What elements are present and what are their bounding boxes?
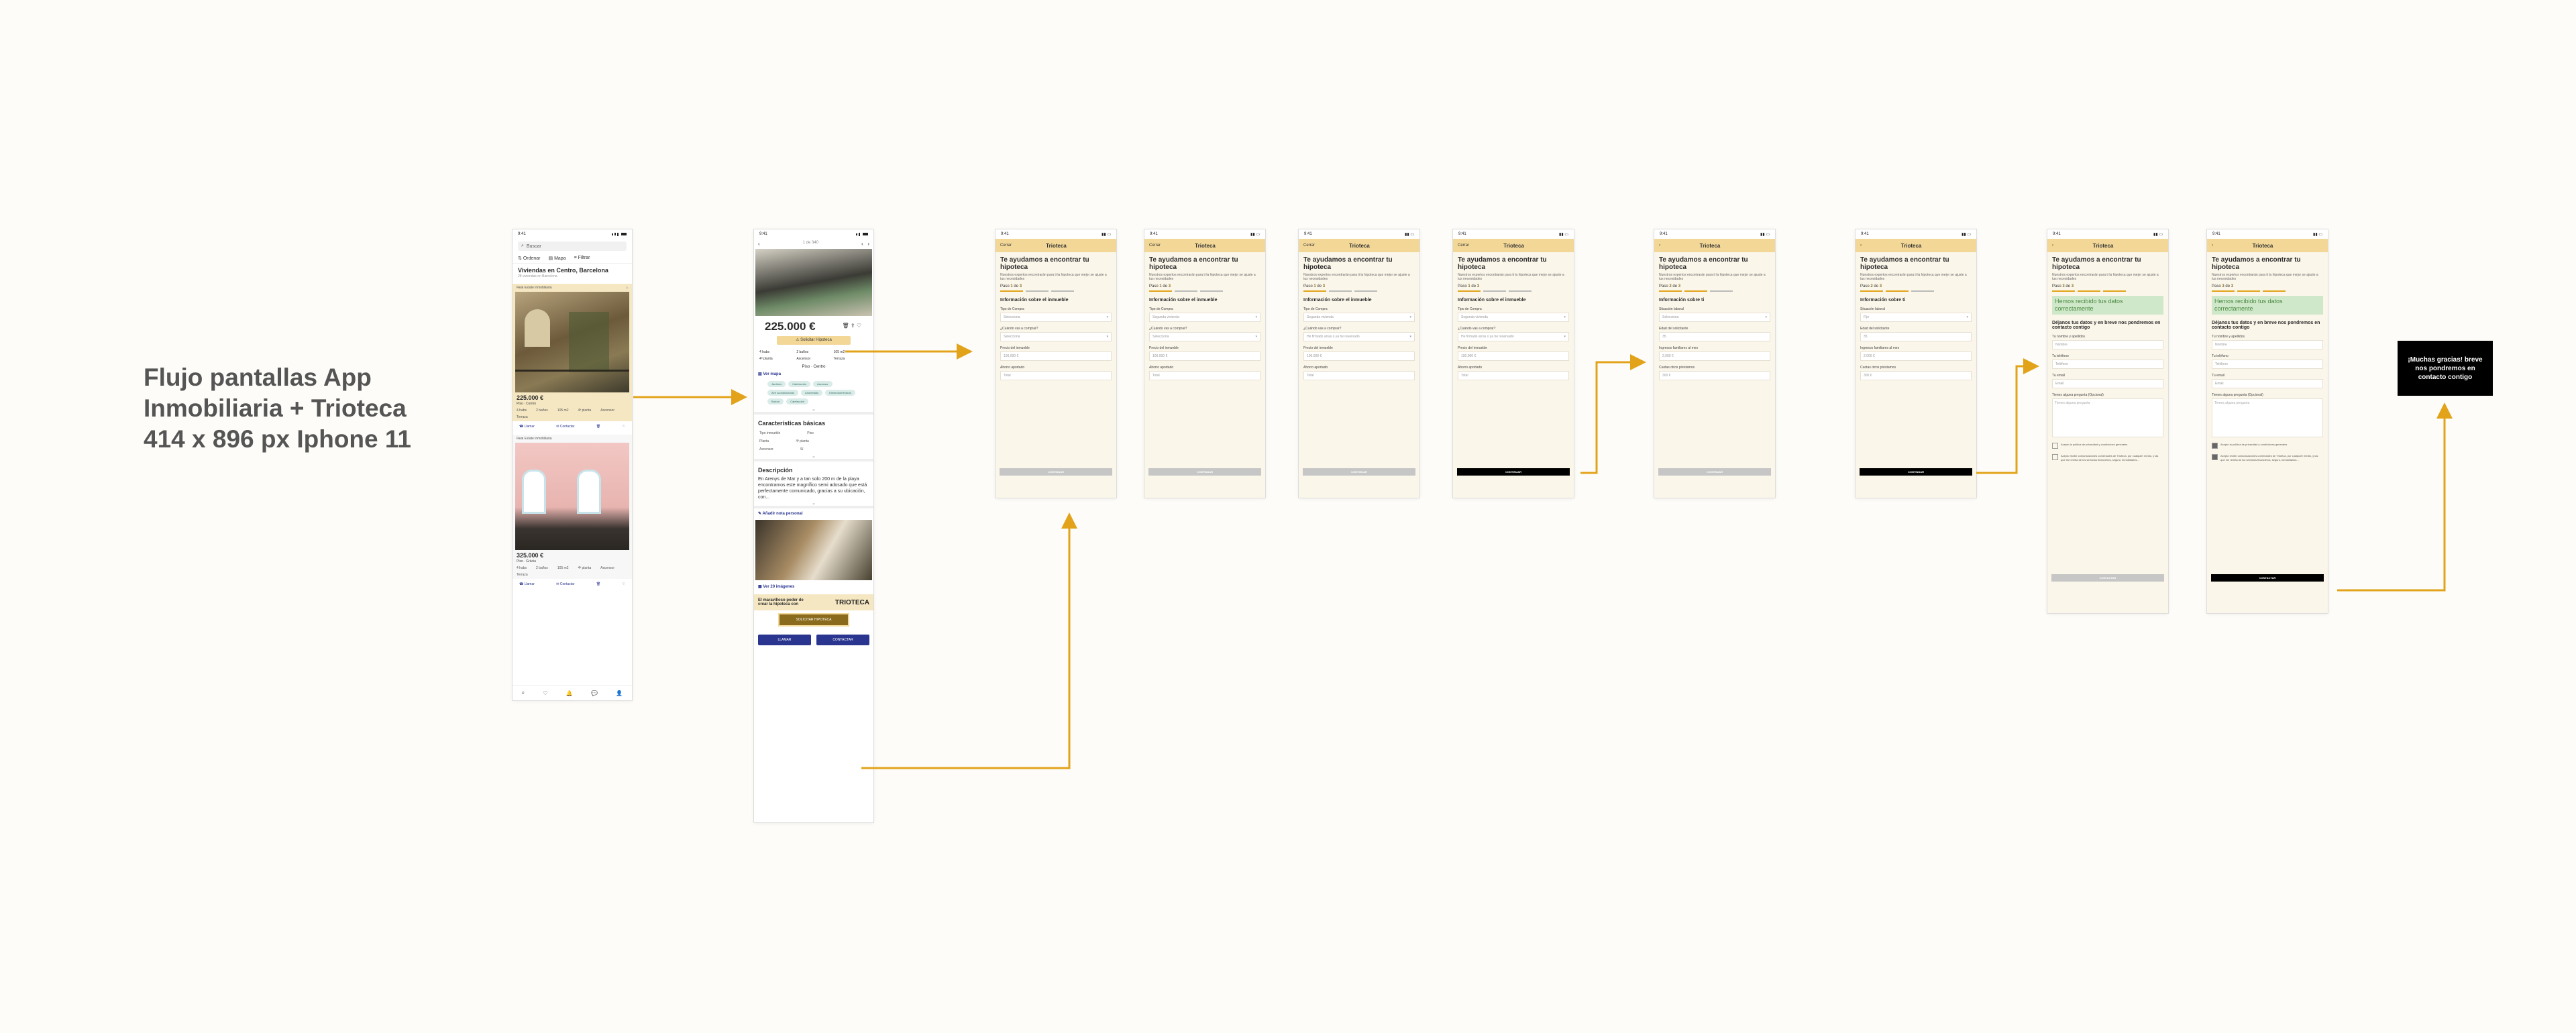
flow-arrow	[1580, 354, 1646, 474]
flow-arrow	[861, 512, 1077, 769]
flow-arrows	[633, 343, 2453, 769]
flow-arrow	[2337, 402, 2453, 592]
flow-arrow	[1976, 358, 2039, 474]
